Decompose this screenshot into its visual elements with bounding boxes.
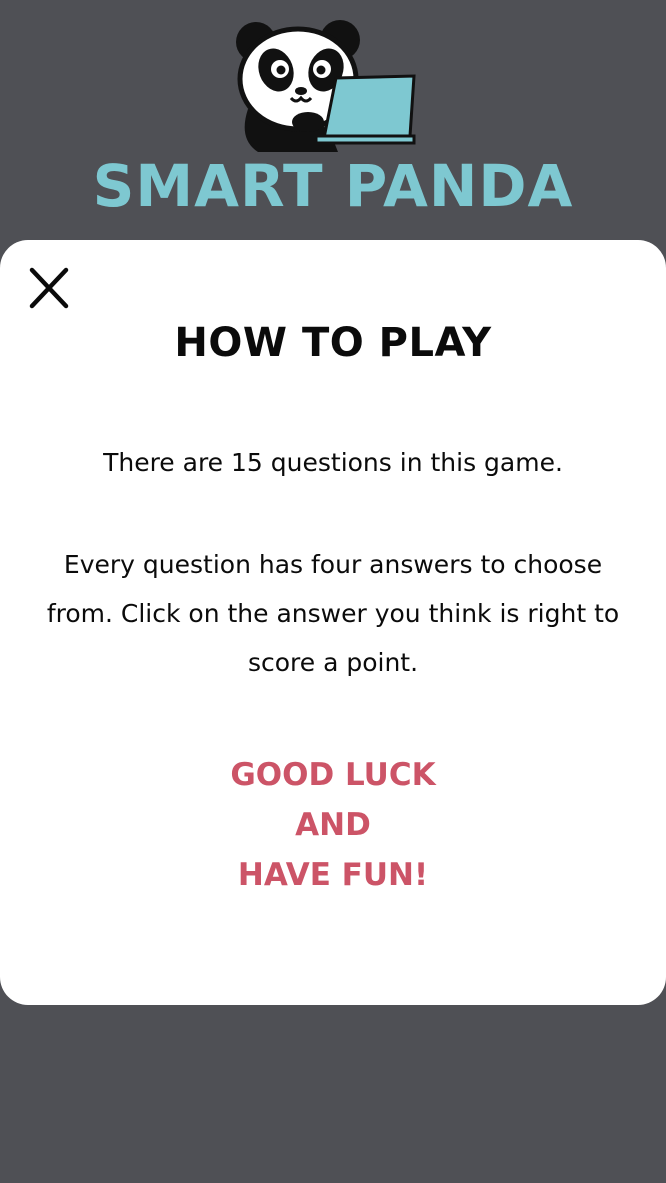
good-luck-line: GOOD LUCK <box>230 757 436 793</box>
panda-with-laptop-icon <box>236 20 416 152</box>
good-luck-line: AND <box>295 807 371 843</box>
good-luck-message: GOOD LUCK AND HAVE FUN! <box>0 750 666 900</box>
rules-paragraph-answers: Every question has four answers to choos… <box>46 550 620 677</box>
rules-paragraph-questions: There are 15 questions in this game. <box>103 448 563 477</box>
close-button[interactable] <box>28 266 72 310</box>
modal-title: HOW TO PLAY <box>174 320 492 366</box>
good-luck-line: HAVE FUN! <box>237 857 429 893</box>
app-header: SMART PANDA <box>0 0 666 230</box>
app-title: SMART PANDA <box>92 152 574 220</box>
close-icon[interactable] <box>28 266 72 310</box>
